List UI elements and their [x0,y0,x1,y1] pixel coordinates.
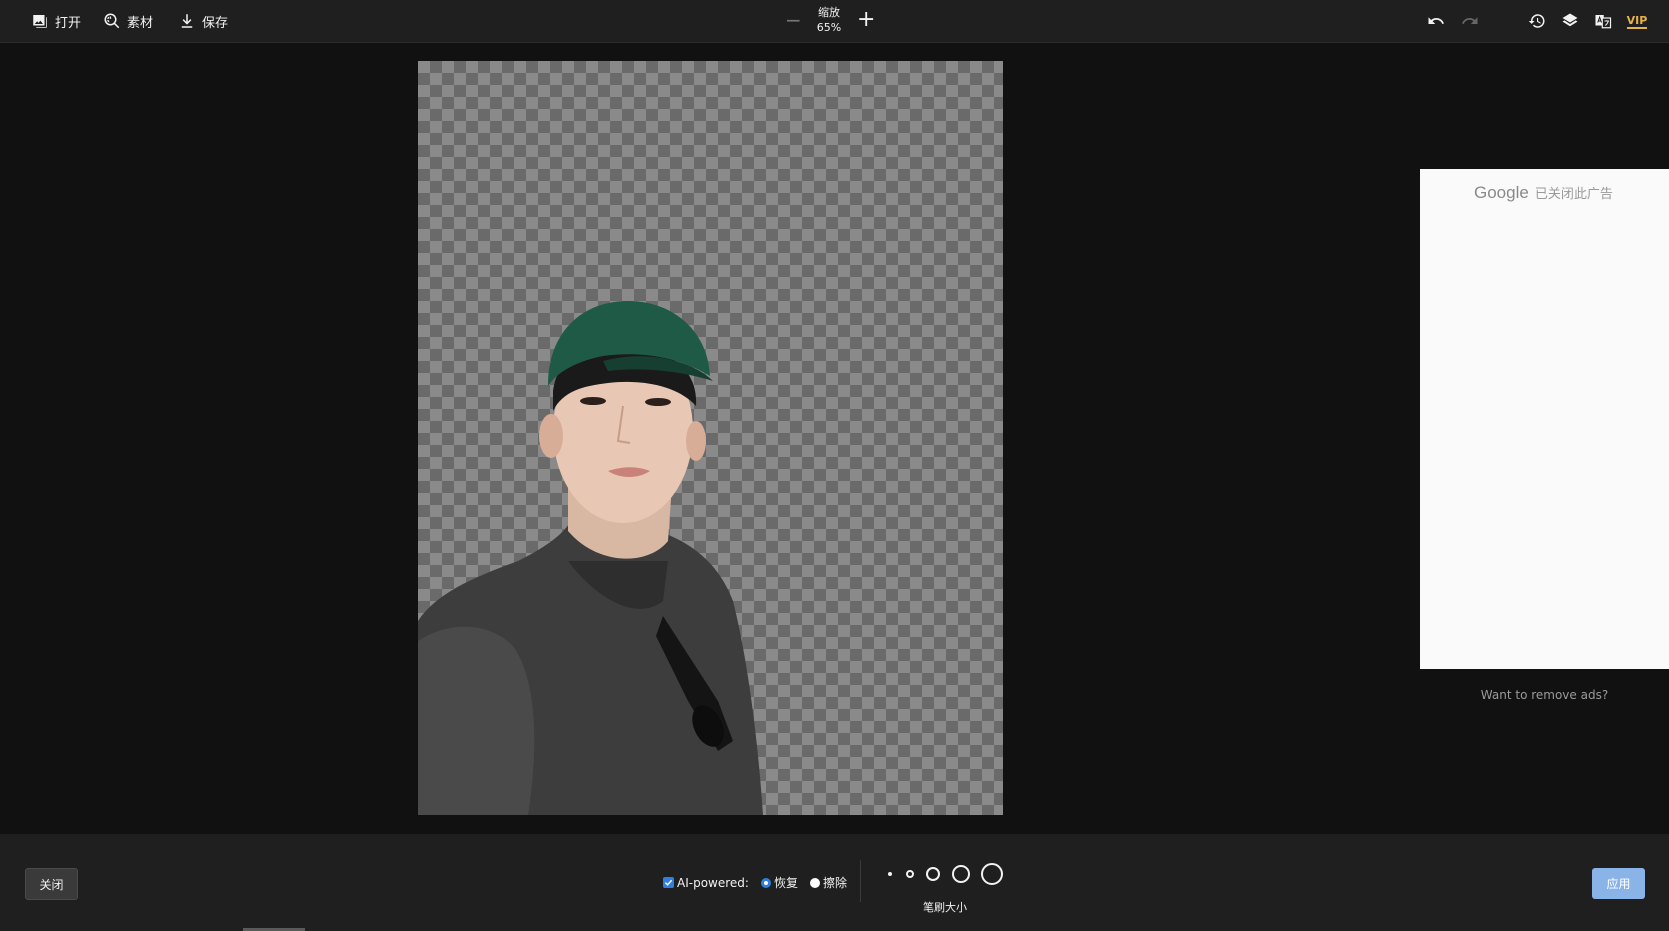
erase-radio[interactable] [809,877,820,888]
apply-button[interactable]: 应用 [1592,868,1645,899]
image-canvas[interactable] [418,61,1003,815]
open-button[interactable]: 打开 [31,8,81,34]
zoom-out-button[interactable]: − [785,10,802,30]
bottom-toolbar: 关闭 AI-powered: 恢复 擦除 笔刷大小 应用 [0,834,1669,931]
save-button[interactable]: 保存 [178,8,228,34]
brush-size-3[interactable] [926,867,940,881]
ad-header: Google 已关闭此广告 [1474,183,1613,203]
restore-radio[interactable] [760,877,771,888]
brush-size-1[interactable] [888,872,892,876]
translate-button[interactable] [1592,10,1614,32]
undo-button[interactable] [1425,10,1447,32]
history-icon [1528,14,1545,28]
save-label: 保存 [202,15,229,31]
erase-label: 擦除 [822,876,847,890]
zoom-value: 65% [816,21,842,34]
vip-button[interactable]: VIP [1626,10,1648,32]
undo-icon [1428,17,1445,24]
google-logo-text: Google [1474,183,1529,202]
brush-size-label: 笔刷大小 [923,901,967,914]
restore-label: 恢复 [773,876,798,890]
redo-icon [1461,17,1478,24]
material-label: 素材 [127,15,154,31]
top-toolbar: 打开 素材 保存 − 缩放 65% + VIP [0,0,1669,43]
ai-powered-checkbox[interactable] [663,877,674,888]
brush-size-4[interactable] [952,865,970,883]
material-button[interactable]: 素材 [103,8,153,34]
ai-powered-label: AI-powered: [677,875,749,890]
brush-size-picker [884,862,1004,886]
layers-button[interactable] [1559,10,1581,32]
brush-mode-options: AI-powered: 恢复 擦除 [663,874,847,891]
remove-ads-link[interactable]: Want to remove ads? [1420,688,1669,702]
cutout-person-image [418,301,763,815]
open-label: 打开 [55,15,82,31]
translate-icon [1595,15,1612,29]
toolbar-divider [860,860,861,902]
download-icon [181,14,193,28]
checkmark-icon [664,879,673,886]
zoom-control: − 缩放 65% + [785,4,875,40]
layers-icon [1562,13,1578,27]
ad-closed-text: 已关闭此广告 [1534,187,1613,202]
redo-button[interactable] [1459,10,1481,32]
brush-size-5[interactable] [981,863,1003,885]
history-button[interactable] [1526,10,1548,32]
zoom-label: 缩放 [818,6,840,19]
globe-search-icon [104,13,120,29]
brush-size-2[interactable] [906,870,914,878]
ad-panel: Google 已关闭此广告 [1420,169,1669,669]
zoom-readout: 缩放 65% [807,5,851,35]
image-icon [33,15,47,28]
vip-badge: VIP [1626,13,1648,29]
close-button[interactable]: 关闭 [25,868,78,900]
zoom-in-button[interactable]: + [857,9,875,31]
